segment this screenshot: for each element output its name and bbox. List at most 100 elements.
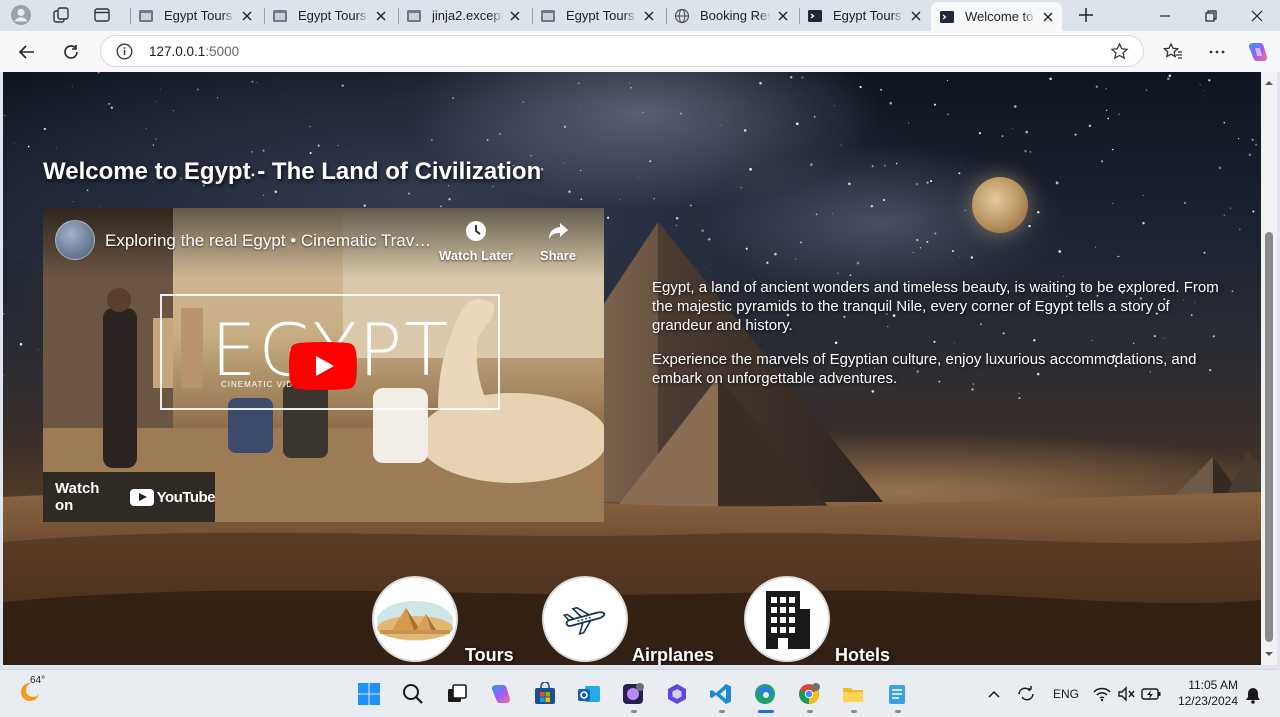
browser-tab[interactable]: Egypt Tours — [264, 3, 395, 28]
minimize-button[interactable] — [1142, 0, 1188, 31]
edge-button[interactable] — [751, 680, 779, 708]
refresh-icon — [64, 45, 78, 59]
running-indicator — [631, 710, 637, 713]
youtube-video-embed[interactable]: Exploring the real Egypt • Cinematic Tra… — [43, 208, 604, 522]
page-icon — [139, 9, 153, 22]
site-info-icon[interactable] — [116, 43, 133, 60]
sync-status-icon[interactable] — [1016, 685, 1036, 703]
youtube-play-icon[interactable] — [289, 342, 357, 390]
power-automate-button[interactable] — [663, 680, 691, 708]
weather-temperature: 64° — [30, 675, 46, 686]
copilot-icon — [491, 685, 511, 703]
restore-icon — [1205, 9, 1217, 22]
task-view-icon — [448, 684, 467, 702]
file-explorer-button[interactable] — [839, 680, 867, 708]
close-tab-icon[interactable] — [641, 8, 657, 24]
address-bar[interactable]: 127.0.0.1:5000 — [100, 35, 1144, 67]
page-icon — [273, 9, 287, 22]
vscode-button[interactable] — [707, 680, 735, 708]
browser-tab[interactable]: Booking Results — [666, 3, 797, 28]
weather-widget[interactable]: 64° — [18, 675, 46, 709]
profile-button[interactable] — [8, 3, 34, 27]
browser-tab[interactable]: Egypt Tours — [799, 3, 930, 28]
scroll-up-icon[interactable] — [1264, 78, 1274, 88]
watch-on-label: Watch on — [55, 480, 100, 514]
close-tab-icon[interactable] — [239, 8, 255, 24]
arrow-left-icon — [18, 45, 34, 59]
restore-button[interactable] — [1188, 0, 1234, 31]
scrollbar-thumb[interactable] — [1265, 232, 1273, 642]
start-button[interactable] — [355, 680, 383, 708]
teams-button[interactable] — [619, 680, 647, 708]
building-icon — [766, 591, 810, 649]
channel-avatar[interactable] — [55, 220, 95, 260]
refresh-button[interactable] — [57, 39, 85, 65]
outlook-icon — [578, 686, 600, 702]
share-button[interactable]: Share — [518, 220, 598, 263]
airplane-icon — [562, 606, 606, 636]
hotels-label[interactable]: Hotels — [835, 645, 890, 665]
tab-separator — [799, 8, 800, 24]
wifi-icon[interactable] — [1093, 686, 1111, 702]
close-tab-icon[interactable] — [908, 8, 924, 24]
outlook-button[interactable] — [575, 680, 603, 708]
notepad-button[interactable] — [883, 680, 911, 708]
page-scrollbar[interactable] — [1261, 72, 1277, 665]
share-label: Share — [539, 248, 577, 263]
copilot-icon — [1248, 43, 1268, 61]
airplanes-label[interactable]: Airplanes — [632, 645, 714, 665]
search-button[interactable] — [399, 680, 427, 708]
running-indicator — [851, 710, 857, 713]
intro-paragraph: Experience the marvels of Egyptian cultu… — [652, 351, 1197, 387]
chrome-button[interactable] — [795, 680, 823, 708]
task-view-button[interactable] — [443, 680, 471, 708]
notification-bell-icon[interactable] — [1245, 686, 1261, 704]
close-tab-icon[interactable] — [507, 8, 523, 24]
scroll-down-icon[interactable] — [1264, 649, 1274, 659]
airplanes-link[interactable] — [542, 576, 628, 662]
close-tab-icon[interactable] — [1040, 9, 1056, 25]
page-viewport: Welcome to Egypt - The Land of Civilizat… — [3, 72, 1261, 665]
watch-on-youtube-button[interactable]: Watch on YouTube — [43, 472, 216, 522]
close-tab-icon[interactable] — [373, 8, 389, 24]
show-hidden-icons-icon[interactable] — [987, 688, 1001, 702]
microsoft-store-button[interactable] — [531, 680, 559, 708]
browser-tab[interactable]: Egypt Tours — [532, 3, 663, 28]
notepad-icon — [889, 685, 905, 704]
copilot-taskbar-button[interactable] — [487, 680, 515, 708]
battery-charging-icon[interactable] — [1141, 687, 1161, 701]
watch-later-button[interactable]: Watch Later — [436, 220, 516, 263]
teams-icon — [623, 683, 644, 704]
language-indicator[interactable]: ENG — [1053, 687, 1079, 701]
terminal-icon — [940, 10, 954, 23]
hotels-link[interactable] — [744, 576, 830, 662]
edge-icon — [755, 684, 775, 704]
new-tab-button[interactable] — [1073, 3, 1099, 27]
settings-more-button[interactable] — [1203, 39, 1231, 65]
folder-icon — [843, 688, 863, 702]
tours-label[interactable]: Tours — [465, 645, 514, 665]
video-title[interactable]: Exploring the real Egypt • Cinematic Tra… — [105, 231, 435, 251]
favorite-star-icon[interactable] — [1110, 42, 1129, 61]
favorites-button[interactable] — [1159, 39, 1187, 65]
favorites-list-icon — [1163, 42, 1182, 59]
browser-tab[interactable]: Egypt Tours — [130, 3, 261, 28]
browser-tab[interactable]: jinja2.exceptions — [398, 3, 529, 28]
tab-actions-button[interactable] — [89, 3, 115, 27]
browser-tab-active[interactable]: Welcome to Egypt — [931, 2, 1062, 31]
intro-paragraph: Egypt, a land of ancient wonders and tim… — [652, 279, 1219, 334]
back-button[interactable] — [13, 39, 41, 65]
close-tab-icon[interactable] — [775, 8, 791, 24]
page-title: Welcome to Egypt - The Land of Civilizat… — [43, 158, 542, 185]
tours-link[interactable] — [372, 576, 458, 662]
url-text: 127.0.0.1:5000 — [149, 44, 239, 59]
volume-muted-icon[interactable] — [1117, 686, 1135, 702]
copilot-button[interactable] — [1244, 39, 1272, 65]
tab-separator — [532, 8, 533, 24]
system-clock[interactable]: 11:05 AM 12/23/2024 — [1172, 677, 1238, 709]
url-port: :5000 — [205, 44, 240, 59]
close-window-button[interactable] — [1234, 0, 1280, 31]
tab-separator — [264, 8, 265, 24]
clock-time: 11:05 AM — [1188, 678, 1238, 692]
workspaces-button[interactable] — [48, 3, 74, 27]
